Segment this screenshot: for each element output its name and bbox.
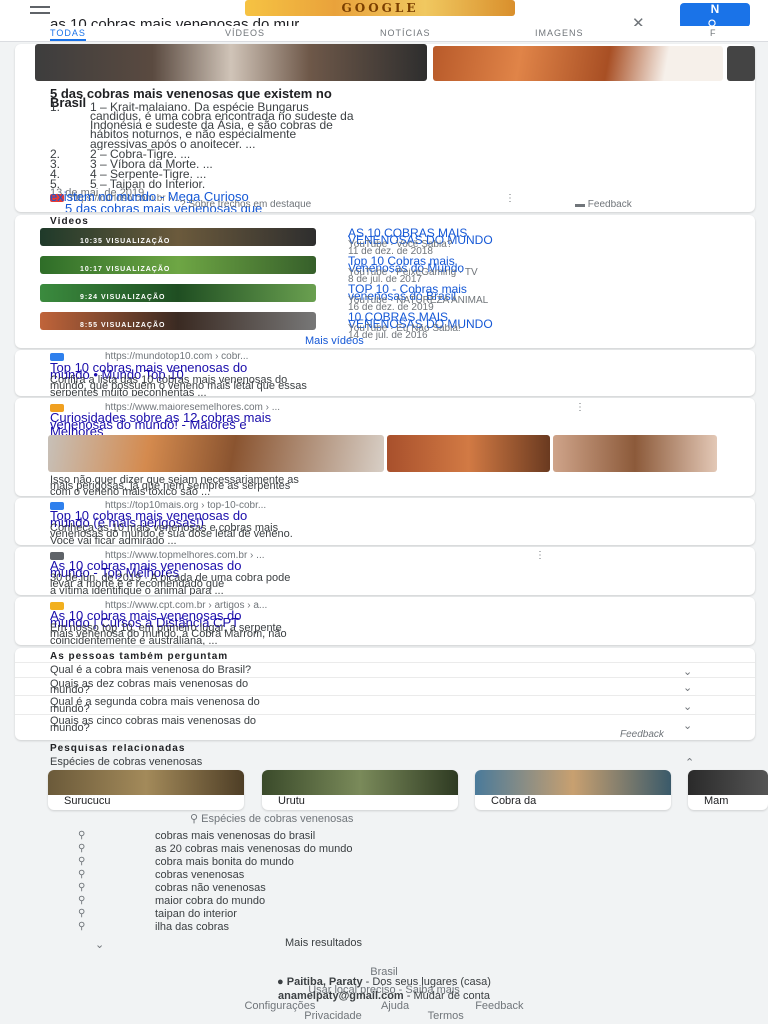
related-label-3: Cobra da (491, 795, 537, 807)
paa-question-4-text-b: mundo? (50, 723, 90, 734)
result-snippet-1c: serpentes muito peçonhentas ... (50, 388, 207, 396)
chevron-down-icon: ⌄ (683, 720, 693, 732)
related-label-4: Mam (704, 795, 729, 807)
chevron-down-icon: ⌄ (683, 682, 693, 694)
tab-videos[interactable]: VÍDEOS (225, 28, 265, 38)
related-label-1: Surucucu (64, 795, 111, 807)
feedback-icon: ▬ (575, 200, 585, 210)
related-search-6[interactable]: ⚲ maior cobra do mundo (50, 895, 720, 908)
result-image-2c[interactable] (553, 435, 717, 472)
featured-title: 5 das cobras mais venenosas que existem … (50, 87, 332, 100)
related-image-4 (688, 770, 768, 795)
related-card-cobra-da-morte[interactable]: Cobra da (475, 770, 671, 810)
related-card-surucucu[interactable]: Surucucu (48, 770, 244, 810)
about-featured-snippets[interactable]: ? Sobre trechos em destaque (180, 200, 311, 210)
search-icon: ⚲ (78, 856, 86, 867)
list-num-1: 1. (50, 101, 61, 113)
tab-images[interactable]: IMAGENS (535, 28, 584, 38)
related-image-3 (475, 770, 671, 795)
more-results-button[interactable]: Mais resultados (285, 938, 362, 949)
videos-section: Vídeos 10:35 VISUALIZAÇÃO AS 10 COBRAS M… (15, 215, 755, 348)
search-tabs: TODAS VÍDEOS NOTÍCIAS IMAGENS F (0, 26, 768, 42)
more-videos-link[interactable]: Mais vídeos (305, 336, 364, 347)
species-link[interactable]: ⚲ Espécies de cobras venenosas (190, 814, 353, 825)
result-card-2: https://www.maioresemelhores.com › ... ⋮… (15, 398, 755, 496)
related-heading: Pesquisas relacionadas (50, 744, 186, 754)
related-search-1[interactable]: ⚲ cobras mais venenosas do brasil (50, 830, 720, 843)
result-card-1: https://mundotop10.com › cobr... Top 10 … (15, 350, 755, 396)
chevron-down-icon: ⌄ (95, 939, 105, 951)
videos-heading: Vídeos (50, 217, 89, 227)
featured-image-people[interactable] (35, 44, 427, 81)
footer-links-row2: Privacidade Termos (0, 1011, 768, 1022)
result-favicon-1 (50, 353, 64, 361)
result-snippet-5c: coincidentemente é australiana, ... (50, 636, 218, 645)
related-search-4[interactable]: ⚲ cobras venenosas (50, 869, 720, 882)
related-search-3[interactable]: ⚲ cobra mais bonita do mundo (50, 856, 720, 869)
paa-divider-1 (15, 677, 755, 678)
result-snippet-4c: a vítima identifique o animal para ... (50, 586, 224, 595)
result-snippet-3c: Você vai ficar admirado ... (50, 536, 177, 545)
paa-divider-2 (15, 695, 755, 696)
footer-terms[interactable]: Termos (428, 1010, 464, 1022)
video-thumb-4[interactable]: 8:55 VISUALIZAÇÃO (40, 312, 316, 330)
search-icon: ⚲ (78, 895, 86, 906)
result-more-icon-2[interactable]: ⋮ (575, 403, 585, 413)
result-card-3: https://top10mais.org › top-10-cobr... T… (15, 498, 755, 545)
related-label-2: Urutu (278, 795, 305, 807)
featured-snippet: 5 das cobras mais venenosas que existem … (15, 44, 755, 212)
paa-question-1-text: Qual é a cobra mais venenosa do Brasil? (50, 665, 252, 676)
related-search-2[interactable]: ⚲ as 20 cobras mais venenosas do mundo (50, 843, 720, 856)
result-card-4: https://www.topmelhores.com.br › ... ⋮ A… (15, 547, 755, 595)
result-snippet-2c: com o veneno mais tóxico são ... (50, 487, 211, 496)
search-icon: ⚲ (78, 843, 86, 854)
people-also-ask: As pessoas também perguntam Qual é a cob… (15, 648, 755, 740)
featured-image-snake[interactable] (433, 46, 723, 81)
related-subheading: Espécies de cobras venenosas (50, 757, 203, 768)
question-icon: ? (180, 200, 186, 210)
related-image-1 (48, 770, 244, 795)
related-search-7[interactable]: ⚲ taipan do interior (50, 908, 720, 921)
footer-privacy[interactable]: Privacidade (304, 1010, 361, 1022)
search-icon: ⚲ (78, 882, 86, 893)
related-search-5[interactable]: ⚲ cobras não venenosas (50, 882, 720, 895)
related-card-mamba[interactable]: Mam (688, 770, 768, 810)
paa-divider-0 (15, 662, 755, 663)
chevron-down-icon: ⌄ (683, 701, 693, 713)
footer: Brasil ● Paitiba, Paraty - Dos seus luga… (0, 955, 768, 1024)
tab-all[interactable]: TODAS (50, 28, 86, 41)
result-card-5: https://www.cpt.com.br › artigos › a... … (15, 597, 755, 645)
result-image-2b[interactable] (387, 435, 550, 472)
related-card-urutu[interactable]: Urutu (262, 770, 458, 810)
search-icon: ⚲ (78, 921, 86, 932)
search-icon: ⚲ (78, 869, 86, 880)
video-thumb-3[interactable]: 9:24 VISUALIZAÇÃO (40, 284, 316, 302)
tab-more[interactable]: F (710, 28, 717, 38)
paa-feedback[interactable]: Feedback (620, 730, 664, 740)
related-search-8[interactable]: ⚲ ilha das cobras (50, 921, 720, 934)
video-thumb-2[interactable]: 10:17 VISUALIZAÇÃO (40, 256, 316, 274)
search-icon: ⚲ (78, 830, 86, 841)
tab-news[interactable]: NOTÍCIAS (380, 28, 431, 38)
feedback-link[interactable]: ▬ Feedback (575, 200, 632, 210)
related-image-2 (262, 770, 458, 795)
search-icon: ⚲ (78, 908, 86, 919)
chevron-up-icon[interactable]: ⌃ (685, 756, 694, 769)
result-image-2a[interactable] (48, 435, 384, 472)
featured-image-more[interactable] (727, 46, 755, 81)
paa-heading: As pessoas também perguntam (50, 652, 229, 662)
result-more-icon-4[interactable]: ⋮ (535, 551, 545, 561)
more-options-icon[interactable]: ⋮ (505, 194, 515, 204)
paa-divider-3 (15, 714, 755, 715)
video-thumb-1[interactable]: 10:35 VISUALIZAÇÃO (40, 228, 316, 246)
search-icon: ⚲ (190, 814, 199, 825)
